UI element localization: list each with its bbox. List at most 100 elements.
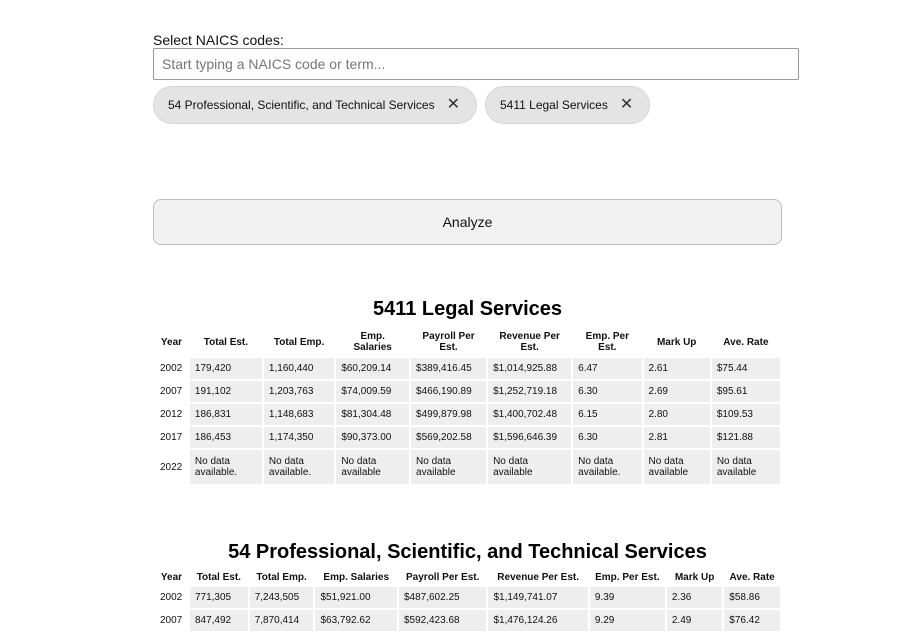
table-cell: $1,476,124.26 [488, 610, 588, 631]
table-cell: $90,373.00 [336, 427, 410, 448]
table-cell: 6.15 [573, 404, 642, 425]
table-title-54: 54 Professional, Scientific, and Technic… [228, 541, 707, 563]
table-row: 2002 771,305 7,243,505 $51,921.00 $487,602.2… [155, 587, 780, 608]
column-header: Total Est. [203, 336, 249, 348]
table-row: 2002 179,420 1,160,440 $60,209.14 $389,416.4… [155, 358, 780, 379]
chip-54: 54 Professional, Scientific, and Technic… [153, 86, 477, 124]
search-label: Select NAICS codes: [153, 32, 284, 48]
table-cell: $63,792.62 [315, 610, 397, 631]
table-header-row: Year Total Est. Total Emp. Emp. Salaries Pay… [155, 570, 780, 585]
table-cell: $95.61 [711, 381, 780, 402]
table-cell: 2007 [155, 610, 188, 631]
table-cell: $569,202.58 [411, 427, 487, 448]
table-cell: $1,149,741.07 [488, 587, 588, 608]
table-cell: 179,420 [189, 358, 262, 379]
table-cell: $60,209.14 [336, 358, 410, 379]
table-cell: No data available [411, 450, 487, 484]
table-row: 2017 186,453 1,174,350 $90,373.00 $569,202.5… [155, 427, 780, 448]
column-header: Year [160, 336, 183, 348]
table-cell: 1,160,440 [263, 358, 335, 379]
table-cell: $58.86 [724, 587, 780, 608]
table-cell: 2.80 [643, 404, 710, 425]
table-cell: $75.44 [711, 358, 780, 379]
column-header: Total Est. [196, 572, 241, 583]
column-header: Payroll Per Est. [406, 572, 480, 583]
table-cell: 2.36 [666, 587, 723, 608]
column-header: Revenue Per Est. [497, 572, 580, 583]
data-table-54: Year Total Est. Total Emp. Emp. Salaries Pay… [153, 568, 782, 633]
table-cell: 2022 [155, 450, 188, 484]
table-cell: 771,305 [189, 587, 248, 608]
table-cell: 2.81 [643, 427, 710, 448]
table-cell: $487,602.25 [398, 587, 487, 608]
table-cell: 2.49 [666, 610, 723, 631]
column-header: Ave. Rate [723, 336, 769, 348]
table-cell: $1,400,702.48 [488, 404, 572, 425]
table-cell: No data available [336, 450, 410, 484]
table-cell: No data available. [573, 450, 642, 484]
table-cell: 847,492 [189, 610, 248, 631]
table-cell: 2002 [155, 358, 188, 379]
chip-label: 54 Professional, Scientific, and Technic… [168, 98, 435, 112]
close-icon[interactable]: ✕ [447, 97, 460, 113]
table-cell: $109.53 [711, 404, 780, 425]
table-cell: 6.30 [573, 427, 642, 448]
table-cell: 9.39 [589, 587, 665, 608]
table-cell: $466,190.89 [411, 381, 487, 402]
table-cell: 2017 [155, 427, 188, 448]
naics-search-input[interactable] [153, 48, 799, 80]
column-header: Emp. Per Est. [585, 331, 630, 353]
chip-5411: 5411 Legal Services ✕ [485, 86, 651, 124]
table-cell: $592,423.68 [398, 610, 487, 631]
table-row: 2012 186,831 1,148,683 $81,304.48 $499,879.9… [155, 404, 780, 425]
table-cell: $389,416.45 [411, 358, 487, 379]
table-cell: $74,009.59 [336, 381, 410, 402]
selected-codes: 54 Professional, Scientific, and Technic… [153, 86, 651, 124]
table-cell: 186,831 [189, 404, 262, 425]
close-icon[interactable]: ✕ [620, 97, 633, 113]
table-cell: No data available. [189, 450, 262, 484]
analyze-button[interactable]: Analyze [153, 199, 782, 245]
data-table-5411: Year Total Est. Total Emp. Emp. Salaries Pay… [153, 326, 782, 486]
column-header: Year [160, 572, 183, 583]
table-cell: 7,243,505 [249, 587, 314, 608]
table-cell: 1,174,350 [263, 427, 335, 448]
table-cell: 6.47 [573, 358, 642, 379]
table-cell: 9.29 [589, 610, 665, 631]
table-cell: 186,453 [189, 427, 262, 448]
table-cell: 1,148,683 [263, 404, 335, 425]
column-header: Emp. Salaries [323, 572, 390, 583]
column-header: Emp. Salaries [353, 331, 392, 353]
table-cell: 2002 [155, 587, 188, 608]
column-header: Mark Up [674, 572, 715, 583]
table-cell: No data available [488, 450, 572, 484]
column-header: Ave. Rate [729, 572, 775, 583]
table-row: 2022 No data available. No data available.… [155, 450, 780, 484]
table-cell: 7,870,414 [249, 610, 314, 631]
column-header: Mark Up [656, 336, 697, 348]
table-cell: $121.88 [711, 427, 780, 448]
table-cell: $499,879.98 [411, 404, 487, 425]
table-title-5411: 5411 Legal Services [372, 298, 563, 320]
table-cell: $1,596,646.39 [488, 427, 572, 448]
table-cell: $1,252,719.18 [488, 381, 572, 402]
column-header: Total Emp. [273, 336, 325, 348]
table-cell: 6.30 [573, 381, 642, 402]
column-header: Payroll Per Est. [422, 331, 475, 353]
table-cell: No data available. [263, 450, 335, 484]
table-cell: $1,014,925.88 [488, 358, 572, 379]
table-cell: No data available [643, 450, 710, 484]
table-cell: $81,304.48 [336, 404, 410, 425]
table-cell: 1,203,763 [263, 381, 335, 402]
column-header: Revenue Per Est. [499, 331, 560, 353]
chip-label: 5411 Legal Services [500, 98, 608, 112]
column-header: Emp. Per Est. [595, 572, 660, 583]
table-cell: 2012 [155, 404, 188, 425]
table-cell: 2.69 [643, 381, 710, 402]
table-cell: $51,921.00 [315, 587, 397, 608]
table-cell: 191,102 [189, 381, 262, 402]
table-row: 2007 191,102 1,203,763 $74,009.59 $466,190.8… [155, 381, 780, 402]
table-cell: 2007 [155, 381, 188, 402]
table-header-row: Year Total Est. Total Emp. Emp. Salaries Pay… [155, 328, 780, 356]
column-header: Total Emp. [256, 572, 307, 583]
